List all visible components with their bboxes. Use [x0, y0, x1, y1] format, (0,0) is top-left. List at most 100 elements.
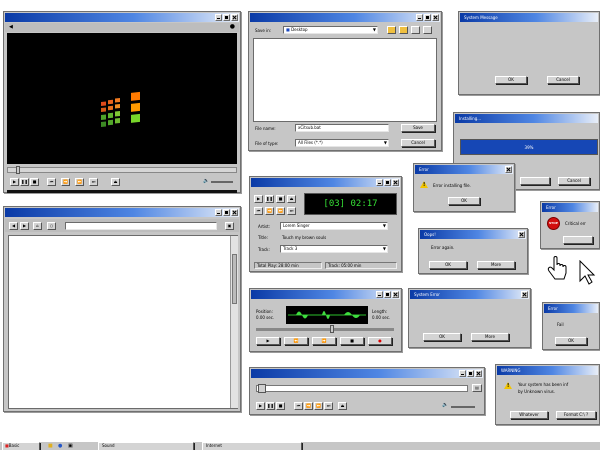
file-name-input[interactable]: xCitsub.bat [295, 124, 389, 132]
play-button[interactable]: ▶ [256, 337, 280, 345]
close-button[interactable] [231, 14, 238, 21]
ok-button[interactable]: OK [448, 197, 480, 205]
track-select[interactable]: Track 3 ▼ [280, 245, 388, 253]
forward-button[interactable]: ⏩ [312, 337, 336, 345]
rewind-button[interactable]: ⏪ [284, 337, 308, 345]
fast-forward-button[interactable]: ⏩ [75, 178, 84, 186]
settings-button[interactable]: ▤ [472, 384, 482, 392]
cancel-button[interactable]: Cancel [547, 76, 579, 84]
cancel-button[interactable]: Cancel [401, 139, 435, 147]
position-slider[interactable] [256, 384, 468, 393]
close-button[interactable] [475, 370, 482, 377]
slider-handle[interactable] [330, 325, 334, 333]
forward-button[interactable]: ⏩ [314, 402, 323, 410]
start-button[interactable]: ■Basic [2, 442, 40, 450]
rewind-button[interactable]: ⏪ [304, 402, 313, 410]
maximize-button[interactable] [467, 370, 474, 377]
close-button[interactable] [505, 166, 512, 173]
play-button[interactable]: ▶ [10, 178, 19, 186]
minimize-button[interactable] [459, 370, 466, 377]
eject-button[interactable]: ⏏ [111, 178, 120, 186]
up-folder-button[interactable] [387, 26, 396, 34]
record-button[interactable]: ● [368, 337, 392, 345]
ok-button[interactable]: OK [423, 333, 461, 341]
previous-button[interactable]: ⏮ [47, 178, 56, 186]
maximize-button[interactable] [223, 14, 230, 21]
home-button[interactable]: ⌂ [33, 222, 42, 230]
stop-button[interactable]: ■ [276, 195, 285, 203]
more-button[interactable]: More [477, 261, 515, 269]
chevron-down-icon[interactable]: ▼ [373, 27, 376, 33]
stop-button[interactable]: ■ [30, 178, 39, 186]
close-button[interactable] [392, 179, 399, 186]
list-view-button[interactable] [411, 26, 420, 34]
cancel-button[interactable]: Cancel [558, 177, 590, 185]
seek-bar[interactable] [7, 166, 237, 174]
chevron-down-icon[interactable]: ▼ [383, 223, 386, 229]
ok-button[interactable] [563, 236, 593, 244]
ok-button[interactable]: OK [555, 337, 587, 345]
pause-button[interactable]: ❚❚ [20, 178, 29, 186]
save-in-select[interactable]: ■ Desktop ▼ [283, 26, 378, 34]
close-button[interactable] [392, 291, 399, 298]
record-slider[interactable] [256, 325, 394, 333]
back-button[interactable]: ◀ [9, 222, 18, 230]
volume-slider[interactable] [451, 406, 475, 408]
format-button[interactable]: Format C:\ ? [556, 411, 596, 419]
refresh-button[interactable]: ○ [47, 222, 56, 230]
more-button[interactable]: More [471, 333, 509, 341]
minimize-button[interactable] [376, 179, 383, 186]
details-view-button[interactable] [423, 26, 432, 34]
options-icon[interactable]: ● [230, 23, 235, 30]
play-button[interactable]: ▶ [254, 195, 263, 203]
ok-button[interactable]: OK [495, 76, 527, 84]
new-folder-button[interactable] [399, 26, 408, 34]
next-button[interactable]: ⏭ [287, 207, 296, 215]
quick-launch-browser-icon[interactable]: ● [58, 443, 62, 449]
back-icon[interactable]: ◀ [9, 24, 13, 30]
forward-button[interactable]: ⏩ [276, 207, 285, 215]
volume-slider[interactable] [211, 181, 233, 183]
taskbar-item-internet[interactable]: Internet [202, 442, 302, 450]
ok-button[interactable]: OK [429, 261, 467, 269]
stop-button[interactable]: ■ [340, 337, 364, 345]
pause-button[interactable]: ❚❚ [265, 195, 274, 203]
seek-handle[interactable] [16, 166, 20, 174]
forward-button[interactable]: ▶ [20, 222, 29, 230]
close-button[interactable] [231, 209, 238, 216]
minimize-button[interactable] [215, 209, 222, 216]
chevron-down-icon[interactable]: ▼ [384, 140, 387, 146]
vertical-scrollbar[interactable] [230, 236, 238, 408]
prev-button[interactable]: ⏮ [254, 207, 263, 215]
scroll-thumb[interactable] [232, 254, 237, 304]
rewind-button[interactable]: ⏪ [265, 207, 274, 215]
slider-handle[interactable] [258, 384, 266, 393]
taskbar-item-sound[interactable]: Sound [98, 442, 194, 450]
artist-select[interactable]: Lorem Singer ▼ [280, 222, 388, 230]
close-button[interactable] [518, 231, 525, 238]
save-button[interactable]: Save [401, 124, 435, 132]
maximize-button[interactable] [424, 14, 431, 21]
minimize-button[interactable] [215, 14, 222, 21]
folder-button[interactable]: ▣ [225, 222, 234, 230]
rewind-button[interactable]: ⏪ [61, 178, 70, 186]
maximize-button[interactable] [384, 291, 391, 298]
eject-button[interactable]: ⏏ [287, 195, 296, 203]
file-list[interactable] [253, 38, 437, 122]
quick-launch-folder-icon[interactable]: ■ [48, 443, 53, 449]
maximize-button[interactable] [384, 179, 391, 186]
file-type-select[interactable]: All Files (*.*) ▼ [295, 139, 389, 147]
ok-button[interactable] [520, 177, 550, 185]
quick-launch-media-icon[interactable]: ▣ [68, 443, 73, 449]
chevron-down-icon[interactable]: ▼ [383, 246, 386, 252]
close-button[interactable] [521, 291, 528, 298]
eject-button[interactable]: ⏏ [338, 402, 347, 410]
minimize-button[interactable] [376, 291, 383, 298]
next-button[interactable]: ⏭ [89, 178, 98, 186]
minimize-button[interactable] [416, 14, 423, 21]
next-button[interactable]: ⏭ [324, 402, 333, 410]
address-bar[interactable] [65, 222, 217, 230]
close-button[interactable] [432, 14, 439, 21]
pause-button[interactable]: ❚❚ [266, 402, 275, 410]
stop-button[interactable]: ■ [276, 402, 285, 410]
